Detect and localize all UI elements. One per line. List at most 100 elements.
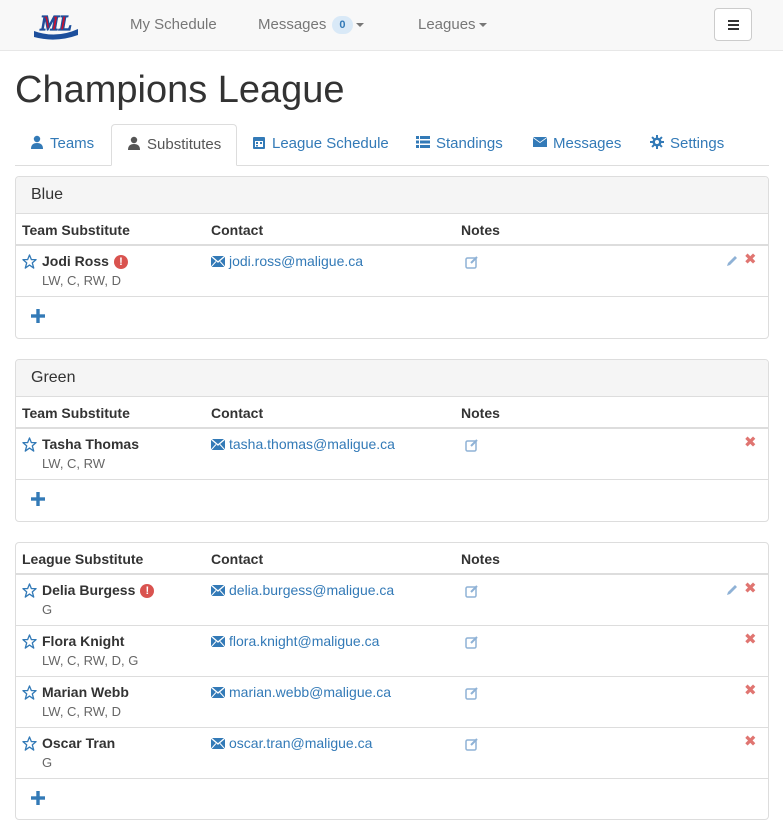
tab-label: Messages — [553, 135, 622, 152]
tab-teams[interactable]: Teams — [15, 124, 109, 166]
hamburger-icon-bar — [728, 24, 739, 26]
star-icon[interactable] — [22, 437, 37, 452]
column-header-notes: Notes — [461, 222, 500, 238]
star-icon[interactable] — [22, 634, 37, 649]
table-row: Flora Knight LW, C, RW, D, G flora.knigh… — [16, 626, 768, 677]
star-icon[interactable] — [22, 736, 37, 751]
remove-icon[interactable]: ✖ — [744, 682, 757, 700]
tab-label: Settings — [670, 135, 725, 152]
substitute-name: Jodi Ross! — [42, 253, 128, 269]
remove-icon[interactable]: ✖ — [744, 733, 757, 751]
email-link[interactable]: marian.webb@maligue.ca — [229, 684, 391, 700]
column-header-contact: Contact — [211, 222, 264, 238]
edit-note-icon[interactable] — [465, 686, 479, 700]
user-icon — [128, 136, 140, 150]
add-row — [16, 297, 768, 337]
pencil-icon[interactable] — [725, 254, 739, 268]
star-icon[interactable] — [22, 583, 37, 598]
email-link[interactable]: tasha.thomas@maligue.ca — [229, 436, 395, 452]
plus-icon[interactable] — [31, 492, 45, 506]
column-header-team-substitute: Team Substitute — [22, 405, 130, 421]
alert-icon: ! — [113, 255, 128, 269]
substitute-name: Delia Burgess! — [42, 582, 155, 598]
substitute-positions: LW, C, RW — [42, 456, 106, 471]
column-header-contact: Contact — [211, 551, 264, 567]
substitute-positions: G — [42, 755, 53, 770]
logo-icon: ML — [34, 10, 78, 40]
panel-title: Blue — [16, 177, 768, 214]
menu-toggle-button[interactable] — [714, 8, 752, 41]
remove-icon[interactable]: ✖ — [744, 251, 757, 269]
table-row: Tasha Thomas LW, C, RW tasha.thomas@mali… — [16, 429, 768, 480]
nav-messages[interactable]: Messages 0 — [258, 0, 364, 50]
pencil-icon[interactable] — [725, 583, 739, 597]
email-link[interactable]: oscar.tran@maligue.ca — [229, 735, 372, 751]
edit-note-icon[interactable] — [465, 438, 479, 452]
svg-text:ML: ML — [39, 11, 72, 35]
table-row: Oscar Tran G oscar.tran@maligue.ca ✖ — [16, 728, 768, 779]
panel-title: Green — [16, 360, 768, 397]
tab-league-schedule[interactable]: League Schedule — [237, 124, 404, 166]
nav-my-schedule[interactable]: My Schedule — [130, 0, 217, 50]
team-panel-green: Green Team Substitute Contact Notes Tash… — [15, 359, 769, 522]
edit-note-icon[interactable] — [465, 255, 479, 269]
edit-note-icon[interactable] — [465, 584, 479, 598]
envelope-icon — [211, 636, 225, 647]
substitute-positions: LW, C, RW, D — [42, 704, 121, 719]
remove-icon[interactable]: ✖ — [744, 631, 757, 649]
envelope-icon — [211, 439, 225, 450]
star-icon[interactable] — [22, 685, 37, 700]
team-panel-blue: Blue Team Substitute Contact Notes Jodi … — [15, 176, 769, 339]
table-header: Team Substitute Contact Notes — [16, 397, 768, 429]
tab-messages[interactable]: Messages — [518, 124, 636, 166]
gear-icon — [650, 135, 664, 149]
envelope-icon — [211, 687, 225, 698]
envelope-icon — [533, 137, 547, 147]
column-header-notes: Notes — [461, 405, 500, 421]
tab-label: Substitutes — [147, 136, 222, 153]
tab-standings[interactable]: Standings — [401, 124, 518, 166]
caret-down-icon — [478, 23, 487, 28]
league-substitutes-panel: League Substitute Contact Notes Delia Bu… — [15, 542, 769, 820]
substitute-name: Flora Knight — [42, 633, 125, 649]
star-icon[interactable] — [22, 254, 37, 269]
substitute-name-text: Jodi Ross — [42, 253, 109, 269]
email-link[interactable]: delia.burgess@maligue.ca — [229, 582, 394, 598]
substitute-name: Oscar Tran — [42, 735, 116, 751]
email-link[interactable]: jodi.ross@maligue.ca — [229, 253, 363, 269]
messages-count-badge: 0 — [332, 16, 353, 35]
league-logo[interactable]: ML — [30, 9, 82, 43]
tab-settings[interactable]: Settings — [635, 124, 739, 166]
table-row: Delia Burgess! G delia.burgess@maligue.c… — [16, 575, 768, 626]
nav-leagues-label: Leagues — [418, 16, 476, 33]
email-link[interactable]: flora.knight@maligue.ca — [229, 633, 379, 649]
plus-icon[interactable] — [31, 791, 45, 805]
tab-substitutes[interactable]: Substitutes — [111, 124, 238, 166]
substitute-positions: LW, C, RW, D, G — [42, 653, 139, 668]
add-row — [16, 779, 768, 819]
column-header-league-substitute: League Substitute — [22, 551, 144, 567]
table-row: Marian Webb LW, C, RW, D marian.webb@mal… — [16, 677, 768, 728]
page-title: Champions League — [15, 69, 345, 111]
envelope-icon — [211, 738, 225, 749]
substitute-positions: G — [42, 602, 53, 617]
remove-icon[interactable]: ✖ — [744, 434, 757, 452]
remove-icon[interactable]: ✖ — [744, 580, 757, 598]
substitute-name-text: Delia Burgess — [42, 582, 136, 598]
substitute-positions: LW, C, RW, D — [42, 273, 121, 288]
tab-label: Teams — [50, 135, 95, 152]
edit-note-icon[interactable] — [465, 635, 479, 649]
substitute-name: Tasha Thomas — [42, 436, 139, 452]
tab-label: League Schedule — [272, 135, 389, 152]
nav-leagues-dropdown[interactable]: Leagues — [418, 0, 487, 50]
edit-note-icon[interactable] — [465, 737, 479, 751]
nav-my-schedule-label: My Schedule — [130, 16, 217, 33]
table-header: League Substitute Contact Notes — [16, 543, 768, 575]
column-header-contact: Contact — [211, 405, 264, 421]
plus-icon[interactable] — [31, 309, 45, 323]
column-header-notes: Notes — [461, 551, 500, 567]
table-row: Jodi Ross! LW, C, RW, D jodi.ross@maligu… — [16, 246, 768, 297]
substitute-name: Marian Webb — [42, 684, 129, 700]
column-header-team-substitute: Team Substitute — [22, 222, 130, 238]
calendar-icon — [253, 137, 265, 149]
